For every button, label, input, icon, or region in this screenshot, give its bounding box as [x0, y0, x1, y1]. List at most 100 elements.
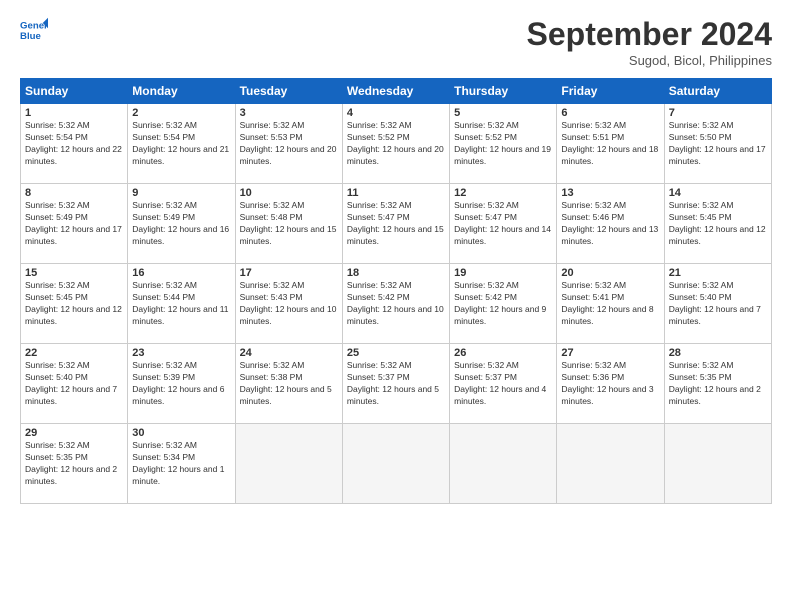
- day-number: 6: [561, 107, 659, 119]
- table-row: 27Sunrise: 5:32 AMSunset: 5:36 PMDayligh…: [557, 344, 664, 424]
- table-row: 26Sunrise: 5:32 AMSunset: 5:37 PMDayligh…: [450, 344, 557, 424]
- day-number: 15: [25, 267, 123, 279]
- logo: General Blue: [20, 16, 48, 44]
- calendar-week-row: 15Sunrise: 5:32 AMSunset: 5:45 PMDayligh…: [21, 264, 772, 344]
- day-number: 20: [561, 267, 659, 279]
- day-info: Sunrise: 5:32 AMSunset: 5:49 PMDaylight:…: [132, 200, 230, 248]
- day-info: Sunrise: 5:32 AMSunset: 5:42 PMDaylight:…: [347, 280, 445, 328]
- day-info: Sunrise: 5:32 AMSunset: 5:40 PMDaylight:…: [25, 360, 123, 408]
- day-info: Sunrise: 5:32 AMSunset: 5:41 PMDaylight:…: [561, 280, 659, 328]
- day-number: 11: [347, 187, 445, 199]
- day-info: Sunrise: 5:32 AMSunset: 5:45 PMDaylight:…: [25, 280, 123, 328]
- col-friday: Friday: [557, 79, 664, 104]
- day-number: 30: [132, 427, 230, 439]
- table-row: 17Sunrise: 5:32 AMSunset: 5:43 PMDayligh…: [235, 264, 342, 344]
- table-row: [342, 424, 449, 504]
- day-info: Sunrise: 5:32 AMSunset: 5:37 PMDaylight:…: [454, 360, 552, 408]
- calendar-week-row: 8Sunrise: 5:32 AMSunset: 5:49 PMDaylight…: [21, 184, 772, 264]
- day-number: 13: [561, 187, 659, 199]
- calendar-header-row: Sunday Monday Tuesday Wednesday Thursday…: [21, 79, 772, 104]
- day-info: Sunrise: 5:32 AMSunset: 5:54 PMDaylight:…: [132, 120, 230, 168]
- table-row: 7Sunrise: 5:32 AMSunset: 5:50 PMDaylight…: [664, 104, 771, 184]
- table-row: 13Sunrise: 5:32 AMSunset: 5:46 PMDayligh…: [557, 184, 664, 264]
- day-number: 19: [454, 267, 552, 279]
- table-row: 19Sunrise: 5:32 AMSunset: 5:42 PMDayligh…: [450, 264, 557, 344]
- day-info: Sunrise: 5:32 AMSunset: 5:51 PMDaylight:…: [561, 120, 659, 168]
- svg-text:Blue: Blue: [20, 31, 41, 42]
- day-info: Sunrise: 5:32 AMSunset: 5:37 PMDaylight:…: [347, 360, 445, 408]
- col-wednesday: Wednesday: [342, 79, 449, 104]
- day-info: Sunrise: 5:32 AMSunset: 5:54 PMDaylight:…: [25, 120, 123, 168]
- table-row: 24Sunrise: 5:32 AMSunset: 5:38 PMDayligh…: [235, 344, 342, 424]
- day-number: 25: [347, 347, 445, 359]
- calendar-week-row: 22Sunrise: 5:32 AMSunset: 5:40 PMDayligh…: [21, 344, 772, 424]
- table-row: 9Sunrise: 5:32 AMSunset: 5:49 PMDaylight…: [128, 184, 235, 264]
- col-thursday: Thursday: [450, 79, 557, 104]
- day-info: Sunrise: 5:32 AMSunset: 5:44 PMDaylight:…: [132, 280, 230, 328]
- day-info: Sunrise: 5:32 AMSunset: 5:42 PMDaylight:…: [454, 280, 552, 328]
- table-row: 4Sunrise: 5:32 AMSunset: 5:52 PMDaylight…: [342, 104, 449, 184]
- day-number: 7: [669, 107, 767, 119]
- day-info: Sunrise: 5:32 AMSunset: 5:52 PMDaylight:…: [347, 120, 445, 168]
- day-info: Sunrise: 5:32 AMSunset: 5:34 PMDaylight:…: [132, 440, 230, 488]
- day-number: 5: [454, 107, 552, 119]
- day-number: 1: [25, 107, 123, 119]
- table-row: 29Sunrise: 5:32 AMSunset: 5:35 PMDayligh…: [21, 424, 128, 504]
- col-sunday: Sunday: [21, 79, 128, 104]
- table-row: 11Sunrise: 5:32 AMSunset: 5:47 PMDayligh…: [342, 184, 449, 264]
- table-row: 3Sunrise: 5:32 AMSunset: 5:53 PMDaylight…: [235, 104, 342, 184]
- table-row: 18Sunrise: 5:32 AMSunset: 5:42 PMDayligh…: [342, 264, 449, 344]
- day-number: 27: [561, 347, 659, 359]
- table-row: [235, 424, 342, 504]
- day-number: 17: [240, 267, 338, 279]
- day-info: Sunrise: 5:32 AMSunset: 5:40 PMDaylight:…: [669, 280, 767, 328]
- col-monday: Monday: [128, 79, 235, 104]
- day-number: 21: [669, 267, 767, 279]
- calendar: Sunday Monday Tuesday Wednesday Thursday…: [20, 78, 772, 504]
- day-info: Sunrise: 5:32 AMSunset: 5:43 PMDaylight:…: [240, 280, 338, 328]
- day-number: 24: [240, 347, 338, 359]
- day-info: Sunrise: 5:32 AMSunset: 5:50 PMDaylight:…: [669, 120, 767, 168]
- day-number: 14: [669, 187, 767, 199]
- day-number: 29: [25, 427, 123, 439]
- day-info: Sunrise: 5:32 AMSunset: 5:53 PMDaylight:…: [240, 120, 338, 168]
- day-info: Sunrise: 5:32 AMSunset: 5:47 PMDaylight:…: [454, 200, 552, 248]
- day-number: 9: [132, 187, 230, 199]
- page-header: General Blue September 2024 Sugod, Bicol…: [20, 16, 772, 68]
- day-number: 10: [240, 187, 338, 199]
- table-row: 1Sunrise: 5:32 AMSunset: 5:54 PMDaylight…: [21, 104, 128, 184]
- day-info: Sunrise: 5:32 AMSunset: 5:39 PMDaylight:…: [132, 360, 230, 408]
- day-number: 8: [25, 187, 123, 199]
- title-block: September 2024 Sugod, Bicol, Philippines: [527, 16, 772, 68]
- table-row: 5Sunrise: 5:32 AMSunset: 5:52 PMDaylight…: [450, 104, 557, 184]
- day-info: Sunrise: 5:32 AMSunset: 5:35 PMDaylight:…: [25, 440, 123, 488]
- month-title: September 2024: [527, 16, 772, 53]
- table-row: [557, 424, 664, 504]
- day-info: Sunrise: 5:32 AMSunset: 5:52 PMDaylight:…: [454, 120, 552, 168]
- table-row: 30Sunrise: 5:32 AMSunset: 5:34 PMDayligh…: [128, 424, 235, 504]
- table-row: [664, 424, 771, 504]
- day-number: 18: [347, 267, 445, 279]
- day-number: 26: [454, 347, 552, 359]
- table-row: 20Sunrise: 5:32 AMSunset: 5:41 PMDayligh…: [557, 264, 664, 344]
- table-row: 28Sunrise: 5:32 AMSunset: 5:35 PMDayligh…: [664, 344, 771, 424]
- table-row: [450, 424, 557, 504]
- day-info: Sunrise: 5:32 AMSunset: 5:47 PMDaylight:…: [347, 200, 445, 248]
- table-row: 23Sunrise: 5:32 AMSunset: 5:39 PMDayligh…: [128, 344, 235, 424]
- table-row: 12Sunrise: 5:32 AMSunset: 5:47 PMDayligh…: [450, 184, 557, 264]
- location: Sugod, Bicol, Philippines: [527, 53, 772, 68]
- col-saturday: Saturday: [664, 79, 771, 104]
- day-info: Sunrise: 5:32 AMSunset: 5:46 PMDaylight:…: [561, 200, 659, 248]
- table-row: 15Sunrise: 5:32 AMSunset: 5:45 PMDayligh…: [21, 264, 128, 344]
- day-info: Sunrise: 5:32 AMSunset: 5:35 PMDaylight:…: [669, 360, 767, 408]
- table-row: 16Sunrise: 5:32 AMSunset: 5:44 PMDayligh…: [128, 264, 235, 344]
- day-number: 3: [240, 107, 338, 119]
- day-info: Sunrise: 5:32 AMSunset: 5:38 PMDaylight:…: [240, 360, 338, 408]
- table-row: 6Sunrise: 5:32 AMSunset: 5:51 PMDaylight…: [557, 104, 664, 184]
- table-row: 2Sunrise: 5:32 AMSunset: 5:54 PMDaylight…: [128, 104, 235, 184]
- calendar-week-row: 1Sunrise: 5:32 AMSunset: 5:54 PMDaylight…: [21, 104, 772, 184]
- day-number: 16: [132, 267, 230, 279]
- day-info: Sunrise: 5:32 AMSunset: 5:36 PMDaylight:…: [561, 360, 659, 408]
- table-row: 14Sunrise: 5:32 AMSunset: 5:45 PMDayligh…: [664, 184, 771, 264]
- day-info: Sunrise: 5:32 AMSunset: 5:49 PMDaylight:…: [25, 200, 123, 248]
